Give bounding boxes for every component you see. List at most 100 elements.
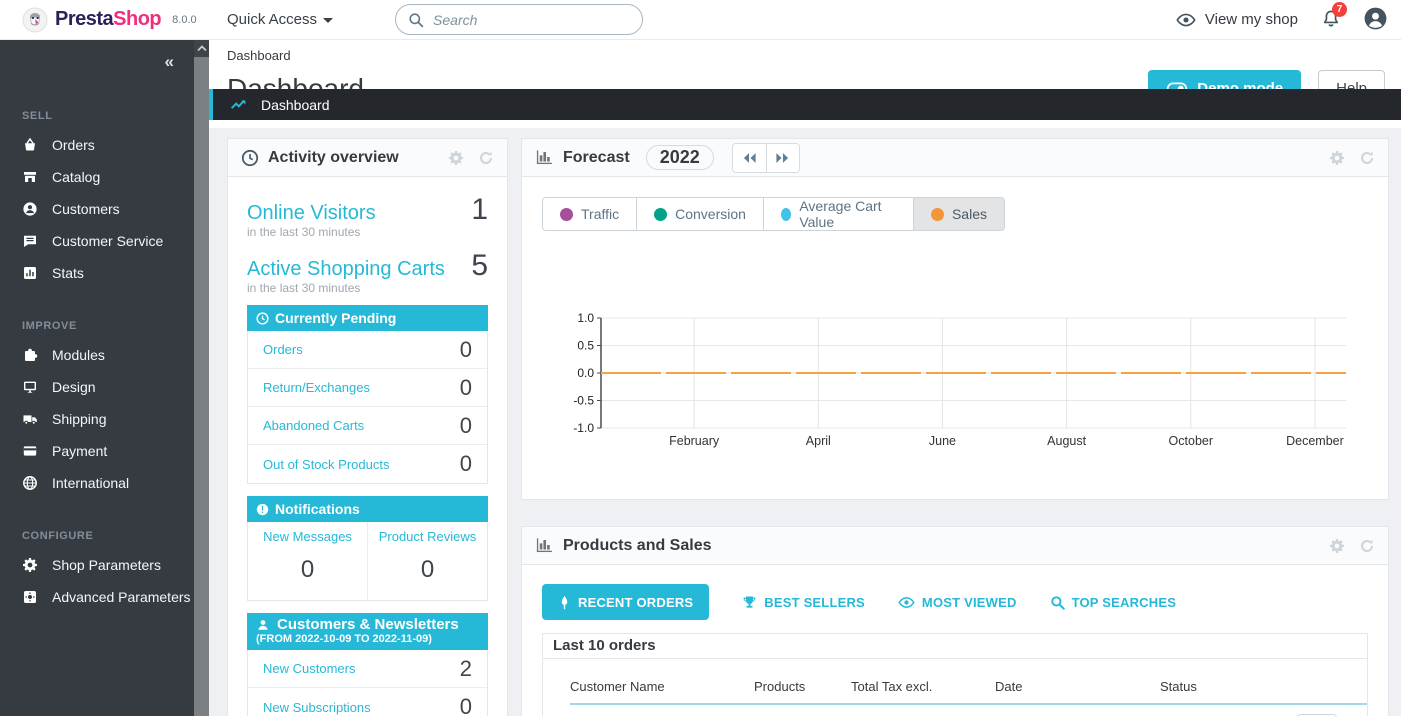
new-messages-value: 0 [248,556,367,584]
view-my-shop-link[interactable]: View my shop [1176,11,1298,28]
tab-label: MOST VIEWED [922,595,1017,610]
panel-tools [1329,150,1375,166]
tab-best-sellers[interactable]: BEST SELLERS [742,595,865,610]
out-of-stock-link[interactable]: Out of Stock Products [263,457,389,472]
active-carts-link[interactable]: Active Shopping Carts [247,258,445,281]
sidebar-item-stats[interactable]: Stats [0,262,194,284]
eye-icon [1176,12,1196,28]
store-icon [21,169,38,186]
returns-link[interactable]: Return/Exchanges [263,380,370,395]
orders-link[interactable]: Orders [263,342,303,357]
tab-recent-orders[interactable]: RECENT ORDERS [542,584,709,620]
tab-conversion[interactable]: Conversion [636,198,763,230]
sidebar-item-customers[interactable]: Customers [0,198,194,220]
search-icon [408,12,424,28]
stats-icon [21,265,38,282]
returns-value: 0 [460,375,472,401]
sidebar-group-sell: Orders Catalog Customers Customer Servic… [0,134,194,284]
refresh-icon[interactable] [1359,538,1375,554]
svg-text:0.0: 0.0 [577,366,594,380]
credit-card-icon [21,443,38,460]
bar-chart-icon [535,148,554,167]
out-of-stock-value: 0 [460,451,472,477]
online-visitors-metric: Online Visitors 1 in the last 30 minutes [247,193,488,239]
prestashop-logo-icon [22,7,48,33]
trophy-icon [742,595,757,610]
sidebar-item-payment[interactable]: Payment [0,440,194,462]
sidebar-item-customer-service[interactable]: Customer Service [0,230,194,252]
forecast-series-tabs: Traffic Conversion Average Cart Value [542,197,1005,231]
sidebar-item-label: Payment [52,443,107,459]
settings-icon[interactable] [1329,538,1345,554]
new-subscriptions-link[interactable]: New Subscriptions [263,700,371,715]
tab-top-searches[interactable]: TOP SEARCHES [1050,595,1177,610]
settings-icon[interactable] [448,150,464,166]
new-customers-link[interactable]: New Customers [263,661,355,676]
user-avatar-button[interactable] [1364,7,1387,35]
sidebar-collapse-button[interactable]: « [0,40,194,76]
clock-icon [256,312,269,325]
products-tabs: RECENT ORDERS BEST SELLERS MOST VIEWED [542,584,1388,620]
new-messages-link[interactable]: New Messages [248,529,367,544]
sidebar-item-label: Orders [52,137,95,153]
sidebar-item-shop-parameters[interactable]: Shop Parameters [0,554,194,576]
sidebar-item-shipping[interactable]: Shipping [0,408,194,430]
prestashop-logo[interactable]: PrestaShop 8.0.0 [0,7,215,33]
conversion-dot-icon [654,208,667,221]
average-cart-value-dot-icon [781,208,791,221]
next-year-button[interactable] [766,144,799,172]
abandoned-carts-link[interactable]: Abandoned Carts [263,418,364,433]
sidebar-item-label: Stats [52,265,84,281]
panel-title: Forecast [563,149,630,167]
trending-up-icon [230,96,247,113]
refresh-icon[interactable] [478,150,494,166]
orders-table-header: Customer Name Products Total Tax excl. D… [570,669,1367,705]
forecast-year-nav [732,143,800,173]
notifications-title: Notifications [275,501,360,517]
tab-sales[interactable]: Sales [913,198,1004,230]
sidebar-item-orders[interactable]: Orders [0,134,194,156]
scrollbar-thumb[interactable] [194,57,209,716]
tab-most-viewed[interactable]: MOST VIEWED [898,595,1017,610]
sidebar-item-label: Shipping [52,411,107,427]
tab-label: Conversion [675,206,746,222]
sidebar-item-label: Shop Parameters [52,557,161,573]
col-customer-name: Customer Name [570,679,754,694]
new-subscriptions-row: New Subscriptions 0 [248,688,487,716]
panel-tools [1329,538,1375,554]
sidebar-item-advanced-parameters[interactable]: Advanced Parameters [0,586,194,608]
notification-count-badge: 7 [1332,2,1347,17]
sidebar-group-configure: Shop Parameters Advanced Parameters [0,554,194,608]
abandoned-carts-value: 0 [460,413,472,439]
previous-year-button[interactable] [733,144,766,172]
scrollbar-up-button[interactable] [194,40,209,57]
active-carts-metric: Active Shopping Carts 5 in the last 30 m… [247,249,488,295]
sidebar-item-design[interactable]: Design [0,376,194,398]
sidebar-item-international[interactable]: International [0,472,194,494]
settings-icon[interactable] [1329,150,1345,166]
sidebar-scrollbar[interactable] [194,40,209,716]
forecast-panel: Forecast 2022 [521,138,1389,500]
tab-traffic[interactable]: Traffic [543,198,636,230]
activity-panel-header: Activity overview [228,139,507,177]
online-visitors-sub: in the last 30 minutes [247,225,488,239]
product-reviews-link[interactable]: Product Reviews [368,529,487,544]
quick-access-menu[interactable]: Quick Access [227,11,333,28]
search-box[interactable] [395,4,643,35]
online-visitors-link[interactable]: Online Visitors [247,202,376,225]
notifications-button[interactable]: 7 [1322,9,1340,33]
breadcrumb[interactable]: Dashboard [227,48,1385,63]
tab-average-cart-value[interactable]: Average Cart Value [763,198,913,230]
search-input[interactable] [433,12,613,28]
refresh-icon[interactable] [1359,150,1375,166]
currently-pending-title: Currently Pending [275,310,396,326]
col-total-tax-excl: Total Tax excl. [851,679,995,694]
sidebar-item-modules[interactable]: Modules [0,344,194,366]
sidebar-section-improve: IMPROVE [0,320,194,332]
sidebar-item-catalog[interactable]: Catalog [0,166,194,188]
customers-rows: New Customers 2 New Subscriptions 0 [247,650,488,716]
col-products: Products [754,679,851,694]
sidebar-item-label: Dashboard [261,97,330,113]
sidebar-item-dashboard[interactable]: Dashboard [209,89,1401,120]
chat-icon [21,233,38,250]
